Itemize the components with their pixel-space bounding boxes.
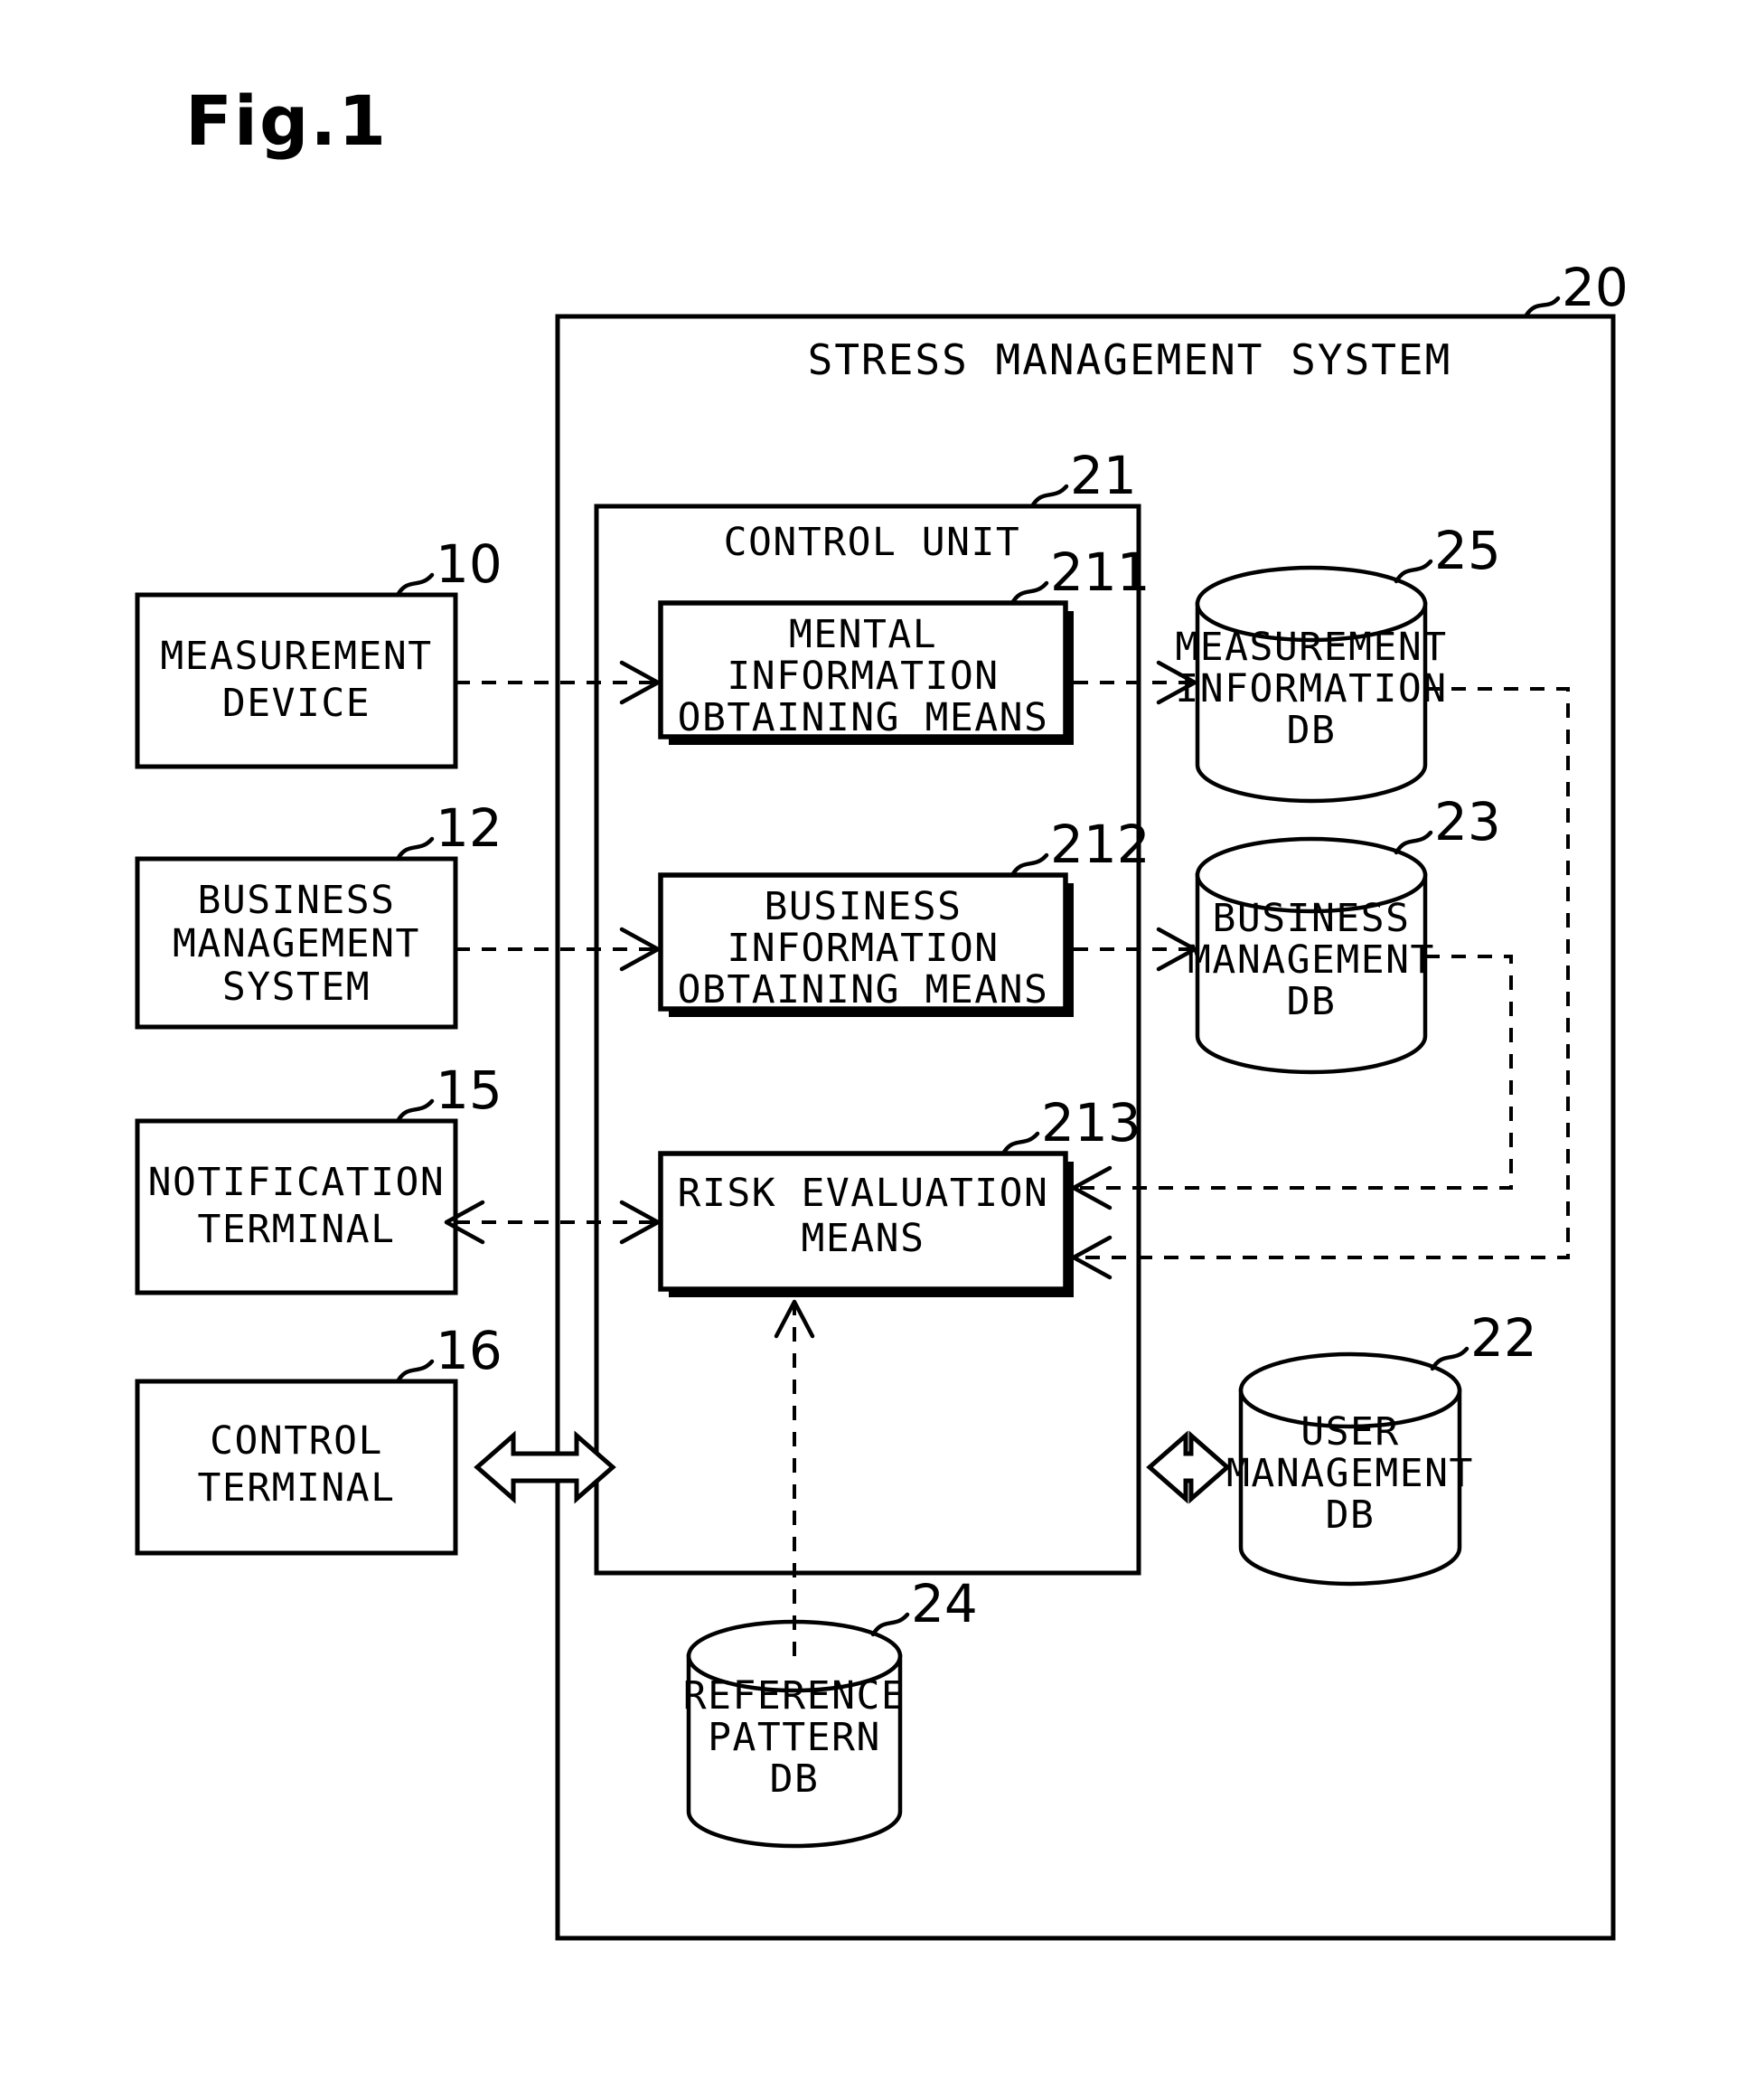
mental-means-label-line-3: OBTAINING MEANS: [678, 695, 1049, 740]
measurement-information-db-label-line-3: DB: [1287, 708, 1337, 753]
ref-number-reference-pattern-db: 24: [911, 1573, 978, 1634]
measurement-information-db-label-line-2: INFORMATION: [1175, 666, 1447, 711]
risk-means-label-line-2: MEANS: [802, 1216, 925, 1261]
control-terminal-label-line-1: CONTROL: [210, 1418, 383, 1464]
leader-line-notification-terminal: [395, 1098, 435, 1124]
ref-number-mental-means: 211: [1050, 541, 1150, 603]
block-notification-terminal: 15 NOTIFICATION TERMINAL: [135, 1059, 502, 1295]
risk-means-label-line-1: RISK EVALUATION: [678, 1171, 1049, 1216]
ref-number-system: 20: [1562, 257, 1629, 318]
measurement-information-db-label-line-1: MEASUREMENT: [1175, 625, 1447, 670]
ref-number-risk-means: 213: [1041, 1092, 1141, 1154]
reference-pattern-db-label-line-3: DB: [770, 1756, 820, 1802]
patent-figure-svg: Fig.1 20 STRESS MANAGEMENT SYSTEM 21 CON…: [135, 80, 1629, 1941]
user-management-db-label-line-2: MANAGEMENT: [1226, 1451, 1474, 1496]
business-means-label-line-3: OBTAINING MEANS: [678, 967, 1049, 1012]
block-control-terminal: 16 CONTROL TERMINAL: [135, 1320, 502, 1556]
mental-means-label-line-2: INFORMATION: [727, 654, 999, 699]
business-management-db-label-line-3: DB: [1287, 979, 1337, 1024]
ref-number-user-management-db: 22: [1470, 1307, 1537, 1369]
measurement-device-label-line-1: MEASUREMENT: [160, 634, 432, 679]
control-terminal-label-line-2: TERMINAL: [197, 1465, 395, 1511]
measurement-device-label-line-2: DEVICE: [222, 681, 371, 726]
business-management-system-label-line-3: SYSTEM: [222, 965, 371, 1010]
reference-pattern-db-label-line-2: PATTERN: [708, 1715, 881, 1760]
user-management-db-label-line-1: USER: [1300, 1409, 1400, 1455]
ref-number-notification-terminal: 15: [436, 1059, 502, 1121]
block-measurement-device: 10 MEASUREMENT DEVICE: [135, 533, 502, 769]
ref-number-control-terminal: 16: [436, 1320, 502, 1381]
leader-line-control-terminal: [395, 1359, 435, 1384]
business-management-db-label-line-2: MANAGEMENT: [1188, 937, 1435, 983]
control-unit-label: CONTROL UNIT: [724, 520, 1021, 565]
figure-title: Fig.1: [185, 80, 388, 161]
leader-line-measurement-device: [395, 572, 435, 598]
business-means-label-line-1: BUSINESS: [764, 884, 962, 929]
ref-number-measurement-device: 10: [436, 533, 502, 595]
business-management-db-label-line-1: BUSINESS: [1212, 896, 1410, 941]
mental-means-label-line-1: MENTAL: [789, 612, 937, 657]
user-management-db-label-line-3: DB: [1326, 1493, 1376, 1538]
leader-line-system: [1523, 296, 1561, 319]
business-means-label-line-2: INFORMATION: [727, 926, 999, 971]
ref-number-measurement-information-db: 25: [1434, 520, 1501, 581]
business-management-system-label-line-2: MANAGEMENT: [173, 921, 420, 966]
block-business-management-system: 12 BUSINESS MANAGEMENT SYSTEM: [135, 797, 502, 1030]
ref-number-control-unit: 21: [1070, 445, 1137, 506]
figure-root: Fig.1 20 STRESS MANAGEMENT SYSTEM 21 CON…: [0, 0, 1737, 2100]
ref-number-business-management-db: 23: [1434, 791, 1501, 852]
notification-terminal-label-line-1: NOTIFICATION: [148, 1160, 446, 1205]
stress-management-system-label: STRESS MANAGEMENT SYSTEM: [808, 335, 1452, 384]
notification-terminal-label-line-2: TERMINAL: [197, 1207, 395, 1252]
business-management-system-label-line-1: BUSINESS: [197, 878, 395, 923]
reference-pattern-db-label-line-1: REFERENCE: [683, 1673, 906, 1719]
leader-line-business-management-system: [395, 836, 435, 862]
ref-number-business-management-system: 12: [436, 797, 502, 859]
ref-number-business-means: 212: [1050, 814, 1150, 875]
